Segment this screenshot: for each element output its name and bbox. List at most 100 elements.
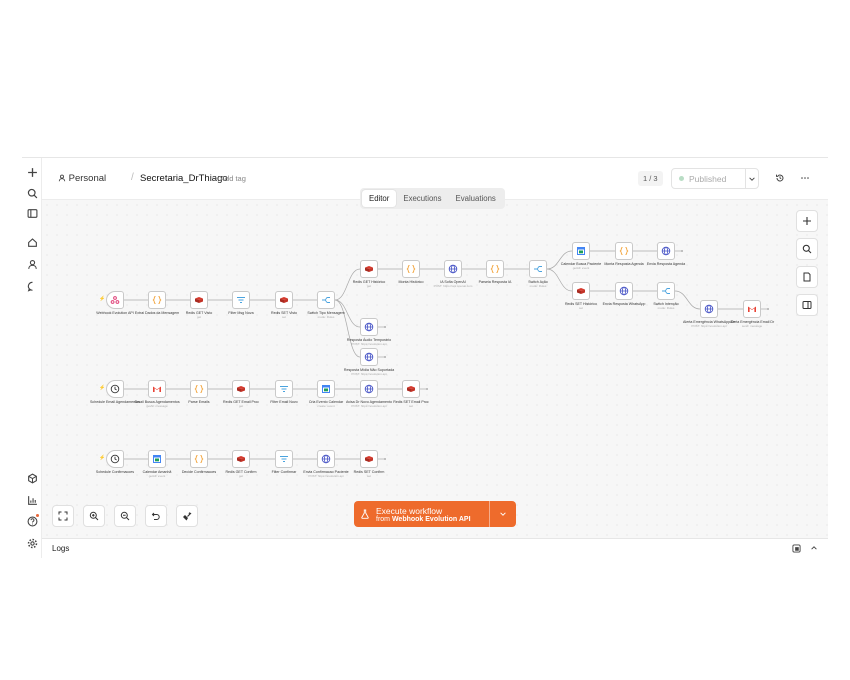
code-icon — [406, 264, 416, 274]
workflow-node[interactable] — [444, 260, 462, 278]
workflow-node[interactable] — [360, 260, 378, 278]
sticky-note-button[interactable] — [796, 266, 818, 288]
search-nodes-button[interactable] — [796, 238, 818, 260]
node-label: Switch Ação mode: Rules — [508, 280, 568, 289]
settings-gear-icon[interactable] — [24, 535, 40, 551]
workflow-node[interactable] — [360, 380, 378, 398]
trigger-bolt-icon: ⚡ — [99, 296, 106, 302]
left-sidebar — [22, 158, 42, 558]
workflow-node[interactable] — [402, 380, 420, 398]
filter-icon — [279, 384, 289, 394]
workflow-node[interactable] — [148, 450, 166, 468]
workflow-node[interactable] — [232, 450, 250, 468]
workflow-node[interactable] — [106, 380, 124, 398]
insights-chart-icon[interactable] — [24, 492, 40, 508]
execute-workflow-button[interactable]: Execute workflow from Webhook Evolution … — [354, 501, 516, 527]
workflow-node[interactable] — [572, 282, 590, 300]
redis-icon — [576, 286, 586, 296]
output-handle[interactable] — [681, 250, 683, 252]
chevron-down-icon[interactable] — [746, 175, 758, 183]
publish-button-group[interactable]: Published — [671, 168, 759, 189]
search-icon[interactable] — [24, 185, 40, 201]
tab-executions[interactable]: Executions — [396, 190, 448, 207]
workflow-node[interactable] — [190, 291, 208, 309]
node-label: Alerta Emergência Email Dr send: message — [722, 320, 782, 329]
output-handle[interactable] — [384, 458, 386, 460]
chevron-up-icon[interactable] — [809, 543, 819, 553]
workflow-node[interactable] — [360, 450, 378, 468]
gmail-icon — [152, 384, 162, 394]
history-icon[interactable] — [774, 172, 786, 184]
node-label: Redis SET Confirm set — [339, 470, 399, 479]
workflow-node[interactable] — [572, 242, 590, 260]
workflow-node[interactable] — [232, 380, 250, 398]
node-title: Calendar Amanhã — [142, 470, 172, 474]
help-icon[interactable] — [24, 513, 40, 529]
zoom-out-button[interactable] — [114, 505, 136, 527]
project-breadcrumb[interactable]: Personal — [58, 173, 106, 185]
home-icon[interactable] — [24, 234, 40, 250]
workflow-node[interactable] — [402, 260, 420, 278]
zoom-in-button[interactable] — [83, 505, 105, 527]
output-handle[interactable] — [384, 356, 386, 358]
output-handle[interactable] — [767, 308, 769, 310]
project-name: Personal — [68, 173, 107, 184]
node-title: Parse Emails — [188, 400, 210, 404]
tab-editor[interactable]: Editor — [362, 190, 397, 207]
tidy-up-button[interactable] — [176, 505, 198, 527]
workflow-node[interactable] — [615, 242, 633, 260]
calendar-icon — [321, 384, 331, 394]
add-icon[interactable] — [24, 164, 40, 180]
chevron-down-icon[interactable] — [490, 510, 516, 518]
node-title: IA Sofia OpenAI — [440, 280, 466, 284]
workflow-node[interactable] — [106, 291, 124, 309]
output-handle[interactable] — [426, 388, 428, 390]
http-icon — [364, 322, 374, 332]
fit-view-button[interactable] — [52, 505, 74, 527]
output-handle[interactable] — [384, 326, 386, 328]
templates-icon[interactable] — [24, 470, 40, 486]
tab-evaluations[interactable]: Evaluations — [449, 190, 503, 207]
workflow-node[interactable] — [743, 300, 761, 318]
workflow-node[interactable] — [657, 242, 675, 260]
execute-source: from Webhook Evolution API — [376, 516, 489, 523]
code-icon — [152, 295, 162, 305]
add-node-button[interactable] — [796, 210, 818, 232]
workflow-node[interactable] — [486, 260, 504, 278]
workflow-node[interactable] — [106, 450, 124, 468]
chat-icon[interactable] — [24, 278, 40, 294]
workflow-node[interactable] — [275, 380, 293, 398]
panel-toggle-icon[interactable] — [24, 205, 40, 221]
workflow-node[interactable] — [317, 450, 335, 468]
more-options-icon[interactable] — [799, 172, 811, 184]
workflow-node[interactable] — [148, 291, 166, 309]
node-subtitle: get — [238, 474, 244, 479]
workflow-node[interactable] — [317, 291, 335, 309]
workflow-node[interactable] — [275, 291, 293, 309]
user-icon[interactable] — [24, 256, 40, 272]
node-title: Parseia Resposta IA — [478, 280, 512, 284]
workflow-node[interactable] — [360, 318, 378, 336]
workflow-node[interactable] — [700, 300, 718, 318]
workflow-node[interactable] — [148, 380, 166, 398]
workflow-node[interactable] — [275, 450, 293, 468]
workflow-node[interactable] — [360, 348, 378, 366]
workflow-canvas[interactable]: ⚡ Webhook Evolution API Extrai Dados da Me… — [42, 200, 828, 538]
filter-icon — [279, 454, 289, 464]
workflow-node[interactable] — [232, 291, 250, 309]
add-tag-button[interactable]: + Add tag — [214, 174, 246, 183]
logs-panel-bar[interactable]: Logs — [42, 538, 828, 557]
side-panel-button[interactable] — [796, 294, 818, 316]
node-title: Redis GET Visto — [185, 311, 213, 315]
workflow-node[interactable] — [615, 282, 633, 300]
workflow-node[interactable] — [190, 450, 208, 468]
redis-icon — [279, 295, 289, 305]
workflow-node[interactable] — [529, 260, 547, 278]
redis-icon — [236, 384, 246, 394]
undo-button[interactable] — [145, 505, 167, 527]
workflow-node[interactable] — [657, 282, 675, 300]
workflow-node[interactable] — [317, 380, 335, 398]
pop-out-icon[interactable] — [791, 543, 801, 553]
workflow-node[interactable] — [190, 380, 208, 398]
http-icon — [364, 352, 374, 362]
